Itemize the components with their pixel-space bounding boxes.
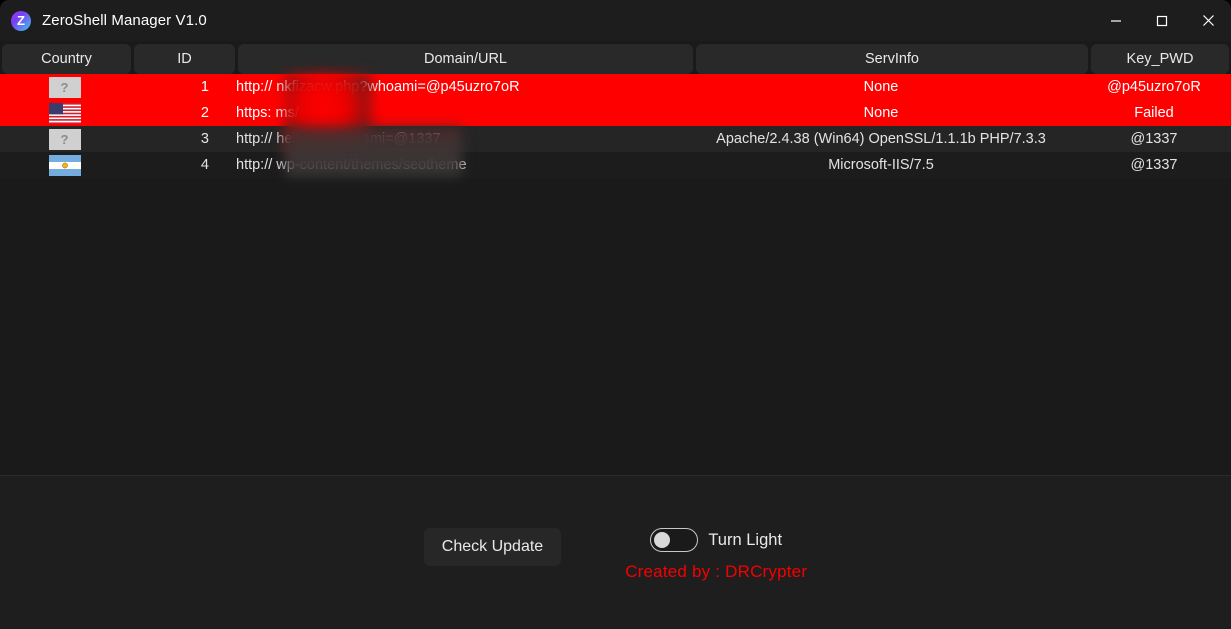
window-controls [1093,0,1231,41]
close-icon[interactable] [1185,0,1231,41]
cell-servinfo: None [863,105,899,121]
app-logo-letter: Z [17,13,25,28]
cell-country: ? [0,74,129,100]
table-row[interactable]: 2 https: ms/ None Failed [0,100,1231,126]
turn-light-group: Turn Light Created by : DRCrypter [625,528,807,582]
cell-id: 4 [200,157,209,173]
flag-unknown-icon: ? [48,128,81,150]
maximize-icon[interactable] [1139,0,1185,41]
cell-country [0,152,129,178]
cell-country [0,100,129,126]
cell-keypwd: @p45uzro7oR [1107,79,1201,95]
check-update-button[interactable]: Check Update [423,528,562,566]
cell-keypwd: Failed [1134,105,1174,121]
bottom-panel: Check Update Turn Light Created by : DRC… [0,476,1231,629]
app-logo-icon: Z [11,10,31,31]
cell-keypwd: @1337 [1130,131,1178,147]
cell-servinfo: Microsoft-IIS/7.5 [828,157,934,173]
flag-unknown-icon: ? [48,76,81,98]
table-row[interactable]: ? 3 http:// hell.php?whoami=@1337 Apache… [0,126,1231,152]
cell-id: 3 [200,131,209,147]
app-window: Z ZeroShell Manager V1.0 Country ID Doma… [0,0,1231,629]
column-header-country[interactable]: Country [2,44,131,74]
table-row[interactable]: 4 http:// wp-content/themes/seotheme Mic… [0,152,1231,178]
cell-servinfo: None [863,79,899,95]
credit-text: Created by : DRCrypter [625,562,808,581]
flag-ar-icon [48,154,81,176]
column-header-keypwd[interactable]: Key_PWD [1091,44,1229,74]
column-header-id[interactable]: ID [134,44,235,74]
window-title: ZeroShell Manager V1.0 [42,12,207,29]
cell-url: http:// nkfizacw.php?whoami=@p45uzro7oR [236,79,520,95]
cell-id: 1 [200,79,209,95]
title-bar: Z ZeroShell Manager V1.0 [0,0,1231,41]
cell-url: http:// hell.php?whoami=@1337 [236,131,441,147]
minimize-icon[interactable] [1093,0,1139,41]
turn-light-label: Turn Light [708,530,783,549]
cell-url: http:// wp-content/themes/seotheme [236,157,467,173]
cell-servinfo: Apache/2.4.38 (Win64) OpenSSL/1.1.1b PHP… [716,131,1046,147]
table-header: Country ID Domain/URL ServInfo Key_PWD [0,41,1231,74]
cell-country: ? [0,126,129,152]
cell-id: 2 [200,105,209,121]
turn-light-toggle[interactable] [650,528,699,552]
table-body: ? 1 http:// nkfizacw.php?whoami=@p45uzro… [0,74,1231,178]
column-header-servinfo[interactable]: ServInfo [696,44,1088,74]
turn-light-row: Turn Light [650,528,782,552]
cell-url: https: ms/ [236,105,299,121]
column-header-url[interactable]: Domain/URL [238,44,693,74]
results-table: Country ID Domain/URL ServInfo Key_PWD ?… [0,41,1231,475]
flag-us-icon [48,102,81,124]
toggle-knob [654,532,671,548]
footer-controls: Check Update Turn Light Created by : DRC… [0,528,1231,582]
cell-keypwd: @1337 [1130,157,1178,173]
table-row[interactable]: ? 1 http:// nkfizacw.php?whoami=@p45uzro… [0,74,1231,100]
